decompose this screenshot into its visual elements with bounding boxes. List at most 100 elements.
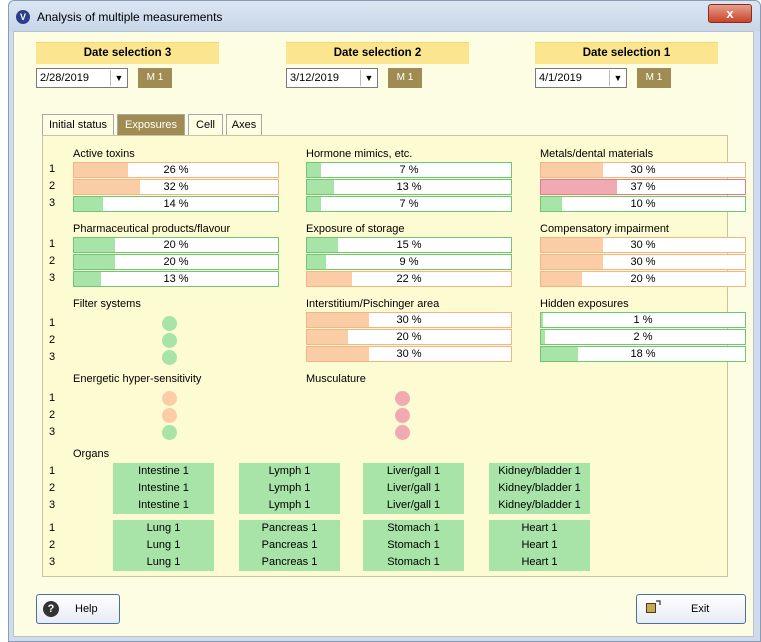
exposure-bar: 18 % (540, 346, 746, 362)
exposures-panel: Active toxins 1 26 % 2 32 % 3 14 % Hormone mimi… (42, 135, 746, 577)
organ-cell: Stomach 1 (363, 554, 464, 571)
row-number: 3 (49, 499, 56, 511)
bar-value: 20 % (163, 239, 189, 251)
client-area: Date selection 3 2/28/2019 ▼ M 1 Date sel… (13, 31, 754, 637)
tab-axes[interactable]: Axes (226, 114, 262, 136)
analysis-window: V Analysis of multiple measurements x Da… (8, 0, 761, 642)
row-number: 1 (49, 522, 56, 534)
row-number: 1 (49, 317, 56, 329)
exit-door-icon (646, 600, 661, 613)
row-number: 1 (49, 163, 56, 175)
section-title: Filter systems (73, 298, 141, 310)
row-number: 3 (49, 426, 56, 438)
exposure-bar: 22 % (306, 271, 512, 287)
row-number: 1 (49, 465, 56, 477)
section-title: Exposure of storage (306, 223, 405, 235)
bar-value: 30 % (396, 348, 422, 360)
bar-value: 22 % (396, 273, 422, 285)
chevron-down-icon[interactable]: ▼ (609, 70, 626, 86)
measurement-button[interactable]: M 1 (637, 68, 671, 88)
row-number: 2 (49, 482, 56, 494)
bar-value: 20 % (396, 331, 422, 343)
window-title: Analysis of multiple measurements (37, 10, 223, 24)
bar-value: 30 % (630, 164, 656, 176)
exposure-bar: 20 % (540, 271, 746, 287)
bar-value: 18 % (630, 348, 656, 360)
organ-cell: Liver/gall 1 (363, 463, 464, 480)
chevron-down-icon[interactable]: ▼ (110, 70, 127, 86)
title-bar: V Analysis of multiple measurements x (9, 1, 760, 31)
organ-cell: Pancreas 1 (239, 537, 340, 554)
status-dot (162, 391, 177, 406)
section-title: Energetic hyper-sensitivity (73, 373, 202, 385)
exposure-bar: 26 % (73, 162, 279, 178)
bar-value: 26 % (163, 164, 189, 176)
organ-cell: Pancreas 1 (239, 520, 340, 537)
exposure-bar: 30 % (306, 312, 512, 328)
section-title: Metals/dental materials (540, 148, 654, 160)
bar-value: 1 % (633, 314, 653, 326)
measurement-button[interactable]: M 1 (138, 68, 172, 88)
date-dropdown[interactable]: 2/28/2019 ▼ (36, 68, 128, 88)
tab-exposures[interactable]: Exposures (117, 114, 185, 136)
exposure-bar: 37 % (540, 179, 746, 195)
organ-cell: Lung 1 (113, 520, 214, 537)
organ-cell: Stomach 1 (363, 537, 464, 554)
tab-initial-status[interactable]: Initial status (42, 114, 114, 136)
bar-value: 13 % (163, 273, 189, 285)
organ-cell: Lung 1 (113, 554, 214, 571)
close-button[interactable]: x (708, 4, 752, 23)
help-button[interactable]: ? Help (36, 594, 120, 624)
status-dot (162, 316, 177, 331)
measurement-button[interactable]: M 1 (388, 68, 422, 88)
organ-cell: Kidney/bladder 1 (489, 497, 590, 514)
date-dropdown[interactable]: 4/1/2019 ▼ (535, 68, 627, 88)
bar-value: 2 % (633, 331, 653, 343)
exit-button[interactable]: Exit (636, 594, 746, 624)
status-dot (162, 350, 177, 365)
tab-cell[interactable]: Cell (188, 114, 223, 136)
organ-cell: Liver/gall 1 (363, 480, 464, 497)
organ-cell: Heart 1 (489, 554, 590, 571)
date-selection-1: Date selection 1 4/1/2019 ▼ M 1 (535, 42, 718, 90)
exposure-bar: 2 % (540, 329, 746, 345)
row-number: 3 (49, 556, 56, 568)
row-number: 1 (49, 238, 56, 250)
exposure-bar: 10 % (540, 196, 746, 212)
exposure-bar: 32 % (73, 179, 279, 195)
exposure-bar: 7 % (306, 162, 512, 178)
bar-value: 20 % (630, 273, 656, 285)
row-number: 3 (49, 351, 56, 363)
exposure-bar: 20 % (73, 254, 279, 270)
row-number: 2 (49, 334, 56, 346)
status-dot (395, 391, 410, 406)
section-title: Active toxins (73, 148, 135, 160)
organ-cell: Lymph 1 (239, 480, 340, 497)
exposure-bar: 14 % (73, 196, 279, 212)
bar-value: 7 % (399, 198, 419, 210)
status-dot (162, 408, 177, 423)
status-dot (395, 408, 410, 423)
bar-value: 14 % (163, 198, 189, 210)
bar-value: 20 % (163, 256, 189, 268)
help-icon: ? (43, 601, 59, 617)
organ-cell: Intestine 1 (113, 463, 214, 480)
row-number: 2 (49, 180, 56, 192)
bar-value: 7 % (399, 164, 419, 176)
row-number: 2 (49, 255, 56, 267)
organ-cell: Pancreas 1 (239, 554, 340, 571)
bar-value: 30 % (630, 239, 656, 251)
exposure-bar: 30 % (540, 162, 746, 178)
date-dropdown[interactable]: 3/12/2019 ▼ (286, 68, 378, 88)
status-dot (395, 425, 410, 440)
bar-value: 9 % (399, 256, 419, 268)
date-selection-header: Date selection 1 (535, 42, 718, 64)
chevron-down-icon[interactable]: ▼ (360, 70, 377, 86)
app-logo-icon: V (16, 10, 30, 24)
date-selection-header: Date selection 3 (36, 42, 219, 64)
bar-value: 15 % (396, 239, 422, 251)
bar-value: 32 % (163, 181, 189, 193)
row-number: 3 (49, 272, 56, 284)
bar-value: 10 % (630, 198, 656, 210)
organ-cell: Intestine 1 (113, 497, 214, 514)
